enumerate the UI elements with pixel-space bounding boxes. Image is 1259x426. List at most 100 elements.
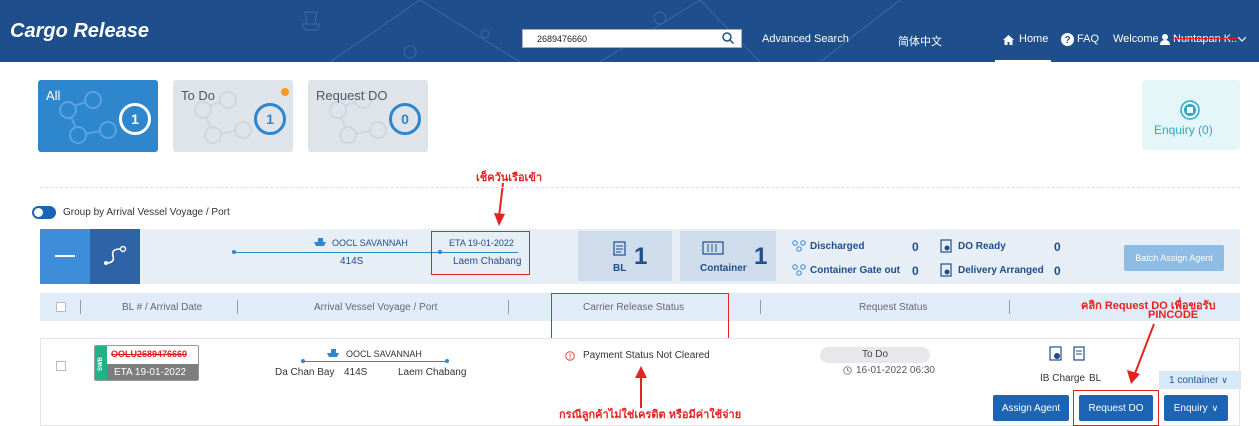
minus-icon: [55, 255, 75, 257]
container-count: 1: [754, 243, 768, 270]
top-header: Cargo Release Advanced Search 简体中文 Home …: [0, 0, 1259, 62]
ib-charge-label[interactable]: IB Charge: [1040, 373, 1085, 384]
gate-out-count: 0: [912, 264, 919, 278]
user-icon[interactable]: [1160, 34, 1170, 45]
ship-icon: [327, 349, 339, 357]
tab-request-do[interactable]: Request DO 0: [308, 80, 428, 152]
app-title: Cargo Release: [10, 20, 149, 42]
batch-assign-agent-button[interactable]: Batch Assign Agent: [1124, 245, 1224, 271]
search-icon[interactable]: [721, 31, 735, 45]
tab-request-do-label: Request DO: [316, 88, 388, 103]
delivery-icon: [940, 263, 952, 277]
discharged-label: Discharged: [810, 241, 865, 252]
container-expander[interactable]: 1 container ∨: [1159, 371, 1241, 389]
bl-document-icon[interactable]: [1073, 346, 1085, 361]
assign-agent-button[interactable]: Assign Agent: [993, 395, 1069, 421]
tab-todo-label: To Do: [181, 88, 215, 103]
collapse-button[interactable]: [40, 229, 90, 284]
annotation-box-request-do: [1073, 390, 1159, 426]
annotation-arrow-up: [635, 366, 647, 408]
home-icon[interactable]: [1003, 35, 1014, 45]
enquiry-icon: [1180, 100, 1200, 120]
annotation-arrow-request-do: [1127, 323, 1155, 384]
group-by-toggle[interactable]: [32, 206, 56, 219]
chevron-down-icon[interactable]: [1238, 36, 1246, 42]
row-checkbox[interactable]: [56, 361, 66, 371]
annotation-box-eta: [431, 231, 530, 275]
user-name[interactable]: Nuntapan K..: [1173, 33, 1237, 45]
request-status-badge: To Do: [820, 347, 930, 363]
faq-link[interactable]: FAQ: [1077, 33, 1099, 45]
chevron-down-icon: ∨: [1211, 402, 1219, 413]
row-vessel: OOCL SAVANNAH: [346, 349, 422, 359]
gate-out-label: Container Gate out: [810, 265, 901, 276]
search-box[interactable]: [522, 29, 742, 48]
bl-link-label[interactable]: BL: [1089, 373, 1101, 384]
enquiry-button-label: Enquiry: [1173, 402, 1208, 414]
enquiry-label: Enquiry (0): [1154, 123, 1213, 137]
column-vessel: Arrival Vessel Voyage / Port: [314, 302, 438, 313]
do-ready-label: DO Ready: [958, 241, 1006, 252]
enquiry-dropdown-button[interactable]: Enquiry ∨: [1164, 395, 1228, 421]
ship-icon: [314, 238, 326, 246]
bl-type-badge: SWB: [95, 346, 107, 380]
column-request-status: Request Status: [859, 302, 928, 313]
group-vessel-name: OOCL SAVANNAH: [332, 238, 408, 248]
carrier-release-status: Payment Status Not Cleared: [583, 350, 710, 361]
annotation-arrow-down: [494, 183, 505, 226]
row-voyage: 414S: [344, 367, 368, 378]
column-separator: [237, 300, 238, 314]
delivery-label: Delivery Arranged: [958, 265, 1044, 276]
bl-stat-box[interactable]: 1 BL: [578, 231, 672, 281]
search-input[interactable]: [523, 30, 713, 47]
gate-out-icon: [792, 264, 806, 276]
route-button[interactable]: [90, 229, 140, 284]
bl-number[interactable]: OOLU2689476660: [111, 349, 187, 359]
notification-dot: [281, 88, 289, 96]
section-divider: [40, 187, 1240, 188]
route-line: [303, 361, 447, 362]
column-separator: [760, 300, 761, 314]
column-separator: [1009, 300, 1010, 314]
document-icon: [613, 241, 626, 256]
bl-count: 1: [634, 243, 648, 270]
tab-request-do-count: 0: [389, 103, 421, 135]
welcome-text: Welcome: [1113, 33, 1159, 45]
row-destination: Laem Chabang: [398, 367, 467, 378]
do-ready-icon: [940, 239, 952, 253]
double-chevron-down-icon: ∨: [1221, 375, 1228, 385]
tab-all[interactable]: All 1: [38, 80, 158, 152]
home-link[interactable]: Home: [1019, 33, 1048, 45]
clock-icon: [843, 366, 852, 375]
ib-charge-icon[interactable]: [1049, 346, 1062, 361]
column-separator: [80, 300, 81, 314]
select-all-checkbox[interactable]: [56, 302, 66, 312]
help-icon[interactable]: ?: [1061, 33, 1074, 46]
group-by-label: Group by Arrival Vessel Voyage / Port: [63, 207, 230, 218]
bl-tag[interactable]: SWB OOLU2689476660 ETA 19-01-2022: [94, 345, 199, 381]
enquiry-card[interactable]: Enquiry (0): [1142, 80, 1240, 150]
column-separator: [508, 300, 509, 314]
bl-label: BL: [613, 263, 627, 274]
container-label: Container: [700, 263, 747, 274]
column-bl: BL # / Arrival Date: [122, 302, 203, 313]
container-stat-box[interactable]: 1 Container: [680, 231, 776, 281]
home-active-indicator: [995, 60, 1051, 62]
discharged-count: 0: [912, 240, 919, 254]
tab-all-count: 1: [119, 103, 151, 135]
row-origin: Da Chan Bay: [275, 367, 335, 378]
delivery-count: 0: [1054, 264, 1061, 278]
bl-eta: ETA 19-01-2022: [107, 364, 198, 380]
warning-icon: [565, 351, 575, 361]
annotation-vessel-arrival: เช็ควันเรือเข้า: [476, 172, 543, 184]
group-voyage: 414S: [340, 256, 364, 267]
do-ready-count: 0: [1054, 240, 1061, 254]
language-link[interactable]: 简体中文: [898, 33, 942, 49]
discharged-icon: [792, 240, 806, 252]
request-time: 16-01-2022 06:30: [856, 365, 935, 376]
container-icon: [702, 241, 724, 255]
advanced-search-link[interactable]: Advanced Search: [762, 33, 849, 45]
annotation-request-do-2: PINCODE: [1148, 309, 1199, 321]
annotation-payment-note: กรณีลูกค้าไม่ใช่เครดิต หรือมีค่าใช้จ่าย: [559, 409, 742, 421]
tab-todo[interactable]: To Do 1: [173, 80, 293, 152]
